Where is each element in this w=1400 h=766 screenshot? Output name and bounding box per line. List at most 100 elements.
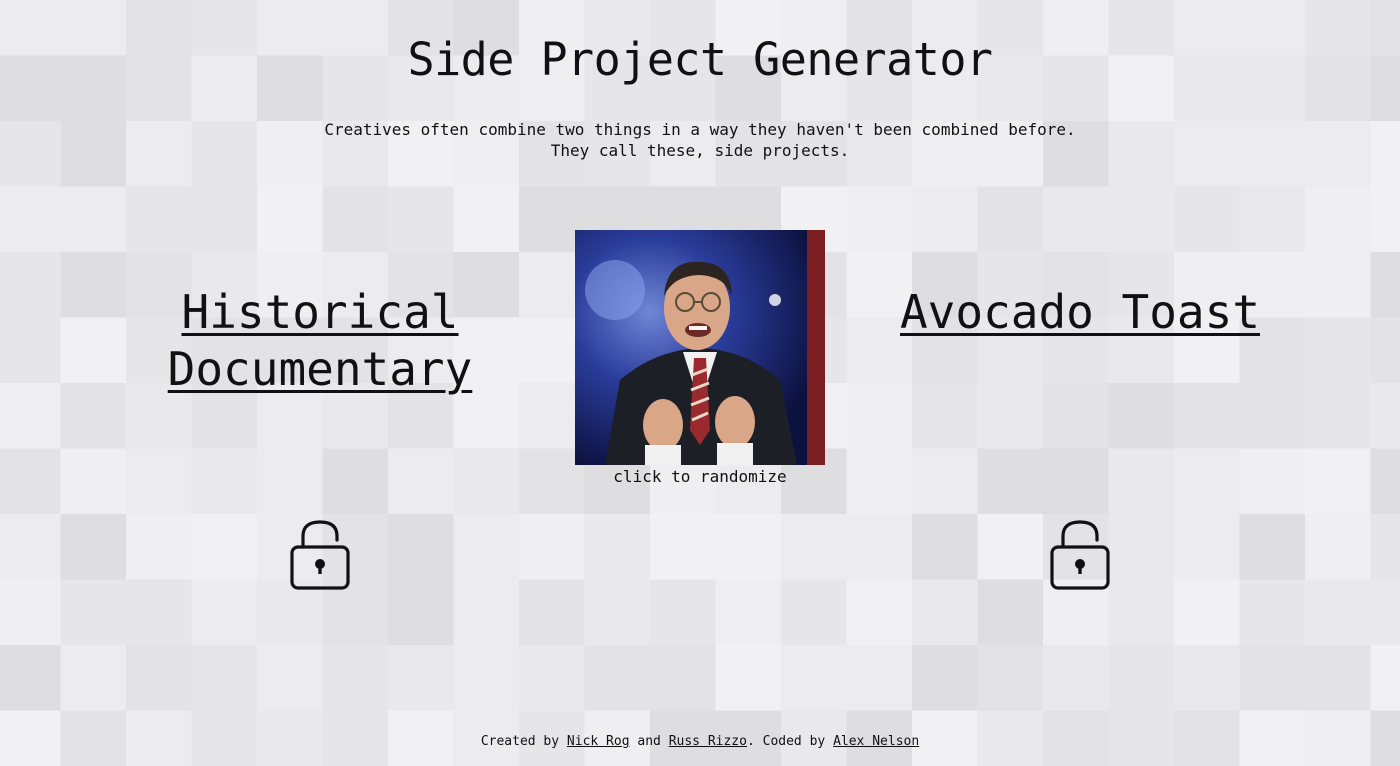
mosaic-tile	[846, 448, 912, 514]
padlock-unlocked-icon	[1050, 520, 1110, 590]
mosaic-tile	[977, 514, 1043, 580]
mosaic-tile	[0, 186, 61, 252]
excited-man-gif-image	[575, 230, 825, 465]
mosaic-tile	[846, 383, 912, 449]
mosaic-tile	[1108, 579, 1174, 645]
mosaic-tile	[715, 514, 781, 580]
mosaic-tile	[1174, 514, 1240, 580]
mosaic-tile	[126, 514, 192, 580]
mosaic-tile	[257, 645, 323, 711]
mosaic-tile	[584, 579, 650, 645]
mosaic-tile	[322, 448, 388, 514]
mosaic-tile	[1305, 317, 1371, 383]
mosaic-tile	[1043, 645, 1109, 711]
author-link-nick-rog[interactable]: Nick Rog	[567, 734, 630, 749]
mosaic-tile	[1305, 448, 1371, 514]
mosaic-tile	[846, 579, 912, 645]
mosaic-tile	[60, 252, 126, 318]
mosaic-tile	[912, 514, 978, 580]
mosaic-tile	[912, 448, 978, 514]
left-word-container: Historical Documentary	[130, 284, 510, 398]
mosaic-tile	[519, 514, 585, 580]
mosaic-tile	[60, 383, 126, 449]
footer-created-by: Created by	[480, 734, 560, 749]
mosaic-tile	[781, 645, 847, 711]
mosaic-tile	[60, 579, 126, 645]
mosaic-tile	[60, 186, 126, 252]
mosaic-tile	[453, 186, 519, 252]
mosaic-tile	[977, 645, 1043, 711]
left-word-link[interactable]: Historical Documentary	[168, 285, 473, 396]
mosaic-tile	[1370, 186, 1400, 252]
mosaic-tile	[1108, 645, 1174, 711]
mosaic-tile	[1239, 186, 1305, 252]
mosaic-tile	[846, 186, 912, 252]
mosaic-tile	[60, 317, 126, 383]
mosaic-tile	[1174, 448, 1240, 514]
mosaic-tile	[1370, 317, 1400, 383]
left-lock-button[interactable]	[289, 519, 351, 591]
mosaic-tile	[846, 645, 912, 711]
mosaic-tile	[650, 514, 716, 580]
mosaic-tile	[1305, 579, 1371, 645]
footer-coded-by: . Coded by	[746, 734, 826, 749]
mosaic-tile	[322, 186, 388, 252]
mosaic-tile	[912, 645, 978, 711]
footer: Created by Nick Rog and Russ Rizzo. Code…	[0, 733, 1400, 751]
mosaic-tile	[650, 579, 716, 645]
mosaic-tile	[1239, 383, 1305, 449]
mosaic-tile	[781, 579, 847, 645]
mosaic-tile	[0, 579, 61, 645]
mosaic-tile	[388, 579, 454, 645]
mosaic-tile	[1370, 514, 1400, 580]
mosaic-tile	[1305, 645, 1371, 711]
mosaic-tile	[1043, 448, 1109, 514]
right-word-container: Avocado Toast	[860, 284, 1300, 341]
mosaic-tile	[1305, 186, 1371, 252]
mosaic-tile	[191, 186, 257, 252]
mosaic-tile	[584, 645, 650, 711]
right-lock-button[interactable]	[1049, 519, 1111, 591]
mosaic-tile	[1370, 448, 1400, 514]
mosaic-tile	[912, 383, 978, 449]
mosaic-tile	[1043, 186, 1109, 252]
mosaic-tile	[1370, 252, 1400, 318]
mosaic-tile	[191, 579, 257, 645]
mosaic-tile	[912, 579, 978, 645]
subtitle-line-1: Creatives often combine two things in a …	[324, 120, 1076, 139]
mosaic-tile	[1043, 383, 1109, 449]
mosaic-tile	[191, 514, 257, 580]
mosaic-tile	[977, 448, 1043, 514]
mosaic-tile	[1239, 448, 1305, 514]
mosaic-tile	[60, 514, 126, 580]
mosaic-tile	[1174, 186, 1240, 252]
mosaic-tile	[453, 514, 519, 580]
mosaic-tile	[584, 514, 650, 580]
mosaic-tile	[1239, 645, 1305, 711]
mosaic-tile	[257, 186, 323, 252]
subtitle-line-2: They call these, side projects.	[550, 141, 850, 160]
mosaic-tile	[1108, 514, 1174, 580]
coder-link-alex-nelson[interactable]: Alex Nelson	[833, 734, 919, 749]
mosaic-tile	[1370, 645, 1400, 711]
mosaic-tile	[1108, 186, 1174, 252]
mosaic-tile	[1239, 579, 1305, 645]
mosaic-tile	[322, 645, 388, 711]
author-link-russ-rizzo[interactable]: Russ Rizzo	[669, 734, 747, 749]
mosaic-tile	[0, 252, 61, 318]
mosaic-tile	[60, 645, 126, 711]
mosaic-tile	[388, 645, 454, 711]
mosaic-tile	[715, 579, 781, 645]
randomize-gif[interactable]	[575, 230, 825, 465]
mosaic-tile	[257, 448, 323, 514]
mosaic-tile	[388, 514, 454, 580]
right-word-link[interactable]: Avocado Toast	[900, 285, 1260, 339]
mosaic-tile	[977, 383, 1043, 449]
mosaic-tile	[846, 514, 912, 580]
randomize-caption[interactable]: click to randomize	[575, 466, 825, 488]
subtitle: Creatives often combine two things in a …	[0, 119, 1400, 161]
mosaic-tile	[519, 579, 585, 645]
mosaic-tile	[126, 645, 192, 711]
mosaic-tile	[1305, 514, 1371, 580]
mosaic-tile	[1370, 579, 1400, 645]
